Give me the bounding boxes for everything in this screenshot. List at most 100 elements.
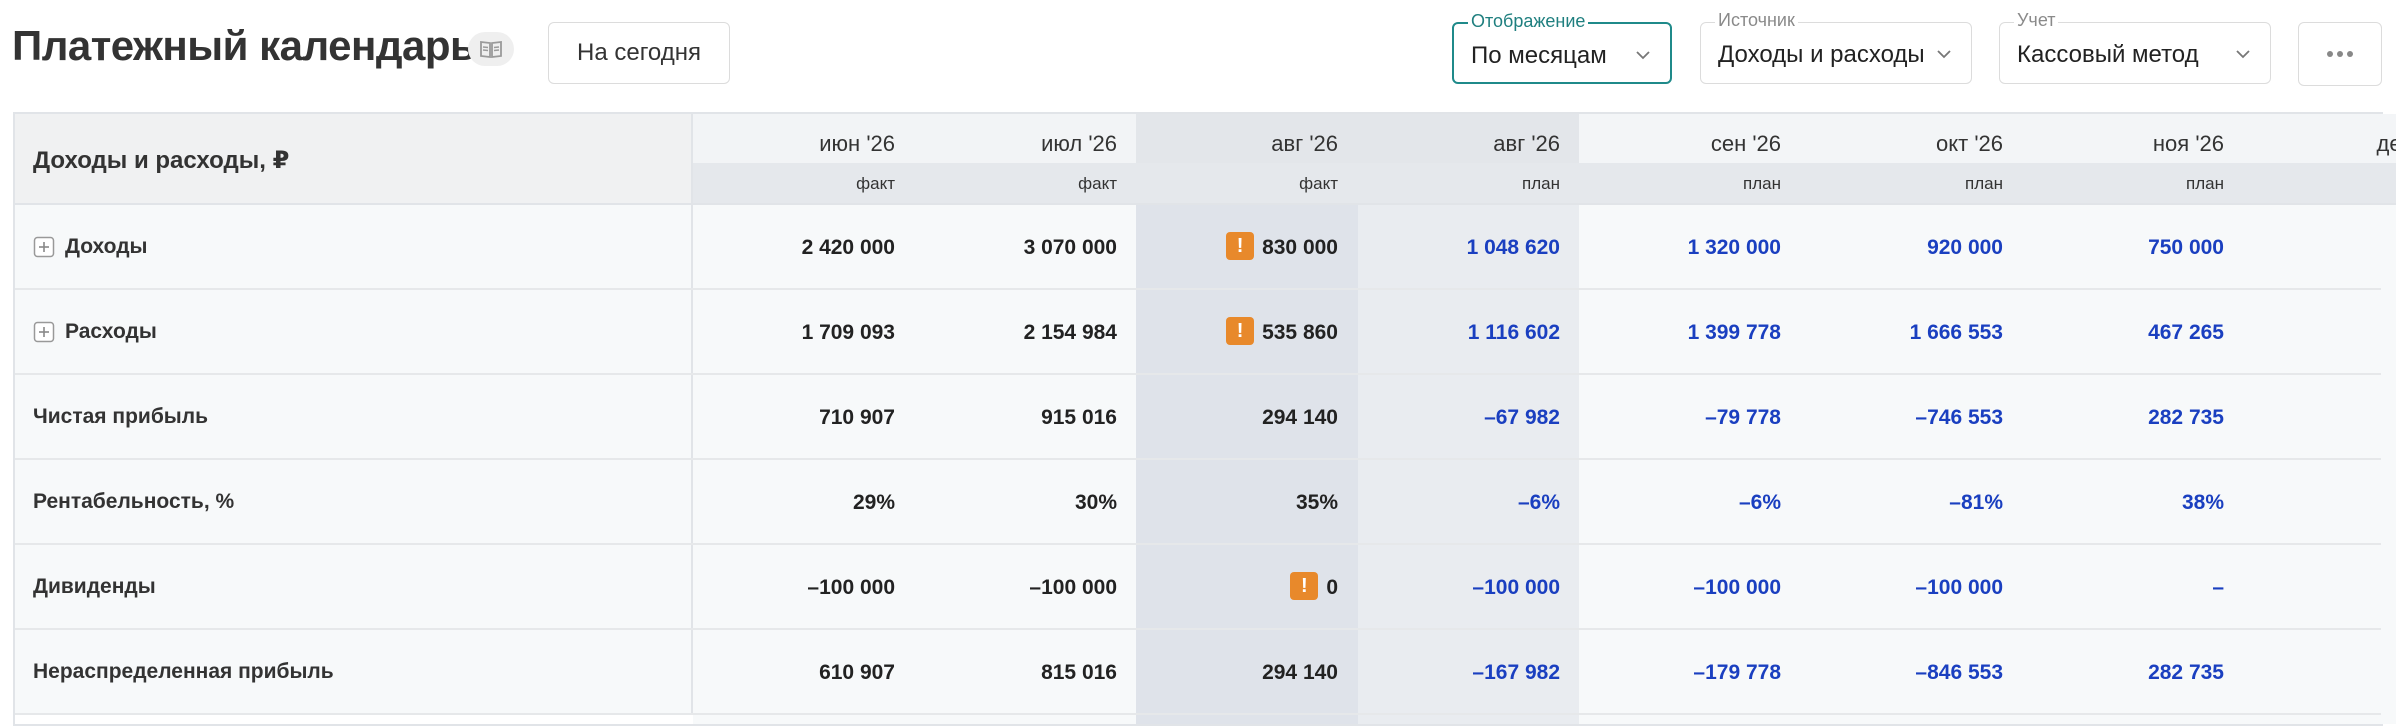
more-dots-icon: [2327, 51, 2353, 57]
value-cell[interactable]: –179 778: [1579, 630, 1801, 713]
value-cell[interactable]: –67 982: [1358, 375, 1580, 458]
value-cell[interactable]: –: [2244, 205, 2396, 288]
warning-icon[interactable]: !: [1290, 572, 1319, 601]
value-cell[interactable]: –100 000: [693, 545, 915, 628]
column-header-month: окт '26: [1801, 114, 2023, 163]
accounting-select[interactable]: Учет Кассовый метод: [1999, 10, 2271, 84]
value-cell[interactable]: 1 320 000: [1579, 205, 1801, 288]
value-cell[interactable]: 1 116 602: [1358, 290, 1580, 373]
value-cell[interactable]: 915 016: [915, 375, 1137, 458]
value-cell[interactable]: 38%: [2022, 460, 2244, 543]
value-cell[interactable]: –: [2244, 375, 2396, 458]
value-cell[interactable]: –: [2244, 460, 2396, 543]
value-cell[interactable]: 282 735: [2022, 630, 2244, 713]
value-cell[interactable]: 1 709 093: [693, 290, 915, 373]
column-header-type: план: [1579, 163, 1801, 205]
warning-icon[interactable]: !: [1226, 317, 1255, 346]
value-cell[interactable]: 30%: [915, 460, 1137, 543]
value-cell[interactable]: 2 420 000: [693, 205, 915, 288]
display-select-label: Отображение: [1468, 11, 1589, 32]
value-cell[interactable]: 294 140: [1136, 630, 1358, 713]
cell-value: 2 420 000: [801, 236, 895, 259]
value-cell[interactable]: –746 553: [1801, 375, 2023, 458]
chevron-down-icon: [1636, 51, 1650, 60]
cell-value: 1 320 000: [1687, 236, 1781, 259]
value-cell[interactable]: –6%: [1579, 460, 1801, 543]
source-select[interactable]: Источник Доходы и расходы: [1700, 10, 1972, 84]
display-select[interactable]: Отображение По месяцам: [1452, 11, 1672, 84]
help-book-button[interactable]: [468, 32, 514, 66]
value-cell[interactable]: –81%: [1801, 460, 2023, 543]
row-label-cell[interactable]: Расходы: [15, 290, 693, 373]
value-cell[interactable]: 282 735: [2022, 375, 2244, 458]
cell-value: 0: [1326, 576, 1338, 599]
cell-value: 35%: [1295, 491, 1338, 514]
more-options-button[interactable]: [2298, 22, 2382, 86]
value-cell[interactable]: ! 0: [1136, 545, 1358, 628]
cell-value: 2 154 984: [1023, 321, 1117, 344]
cell-value: –6%: [1517, 491, 1560, 514]
column-header-month: сен '26: [1579, 114, 1801, 163]
value-cell[interactable]: 2 154 984: [915, 290, 1137, 373]
cell-value: –67 982: [1484, 406, 1560, 429]
value-cell[interactable]: ! 535 860: [1136, 290, 1358, 373]
value-cell[interactable]: 750 000: [2022, 205, 2244, 288]
column-header-type: факт: [693, 163, 915, 205]
value-cell[interactable]: 1 048 620: [1358, 205, 1580, 288]
value-cell[interactable]: –100 000: [1358, 545, 1580, 628]
value-cell[interactable]: 920 000: [1801, 205, 2023, 288]
source-select-label: Источник: [1715, 10, 1798, 31]
value-cell[interactable]: 710 907: [693, 375, 915, 458]
row-label: Расходы: [65, 320, 157, 343]
value-cell[interactable]: –: [2022, 545, 2244, 628]
column-header-month: авг '26: [1136, 114, 1358, 163]
column-header-type: план: [2244, 163, 2396, 205]
cell-value: –79 778: [1705, 406, 1781, 429]
column-header-month: дек '26: [2244, 114, 2396, 163]
table-row: Расходы 1 709 093 2 154 984 ! 535 860 1 116 6…: [15, 290, 2381, 375]
value-cell[interactable]: –100 000: [915, 545, 1137, 628]
book-icon: [480, 40, 502, 59]
source-select-value: Доходы и расходы: [1718, 41, 1925, 68]
column-header-type: факт: [1136, 163, 1358, 205]
row-label-cell: Дивиденды: [15, 545, 693, 628]
expand-plus-icon[interactable]: [33, 321, 55, 343]
value-cell[interactable]: 29%: [693, 460, 915, 543]
value-cell[interactable]: 294 140: [1136, 375, 1358, 458]
value-cell[interactable]: 815 016: [915, 630, 1137, 713]
value-cell[interactable]: –846 553: [1801, 630, 2023, 713]
warning-icon[interactable]: !: [1226, 232, 1255, 261]
chevron-down-icon: [2236, 50, 2250, 59]
value-cell[interactable]: –6%: [1358, 460, 1580, 543]
value-cell[interactable]: –79 778: [1579, 375, 1801, 458]
value-cell[interactable]: –: [2244, 545, 2396, 628]
cell-value: –6%: [1738, 491, 1781, 514]
value-cell[interactable]: –: [2244, 290, 2396, 373]
value-cell[interactable]: –167 982: [1358, 630, 1580, 713]
value-cell[interactable]: 610 907: [693, 630, 915, 713]
cell-value: –: [2212, 576, 2224, 599]
display-select-value: По месяцам: [1471, 42, 1607, 69]
row-label-cell[interactable]: Доходы: [15, 205, 693, 288]
cell-value: 920 000: [1927, 236, 2003, 259]
value-cell[interactable]: 1 666 553: [1801, 290, 2023, 373]
column-header-type: план: [1801, 163, 2023, 205]
cell-value: 3 070 000: [1023, 236, 1117, 259]
value-cell[interactable]: 467 265: [2022, 290, 2244, 373]
expand-plus-icon[interactable]: [33, 236, 55, 258]
value-cell[interactable]: 35%: [1136, 460, 1358, 543]
table-row: Нераспределенная прибыль 610 907 815 016 29…: [15, 630, 2381, 715]
today-button[interactable]: На сегодня: [548, 22, 730, 84]
value-cell[interactable]: –100 000: [1579, 545, 1801, 628]
column-header-month: июл '26: [915, 114, 1137, 163]
row-label-cell: Чистая прибыль: [15, 375, 693, 458]
cell-value: 294 140: [1262, 661, 1338, 684]
accounting-select-label: Учет: [2014, 10, 2059, 31]
value-cell[interactable]: –: [2244, 630, 2396, 713]
cell-value: 282 735: [2148, 661, 2224, 684]
value-cell[interactable]: 1 399 778: [1579, 290, 1801, 373]
value-cell[interactable]: ! 830 000: [1136, 205, 1358, 288]
value-cell[interactable]: 3 070 000: [915, 205, 1137, 288]
cell-value: 915 016: [1041, 406, 1117, 429]
value-cell[interactable]: –100 000: [1801, 545, 2023, 628]
